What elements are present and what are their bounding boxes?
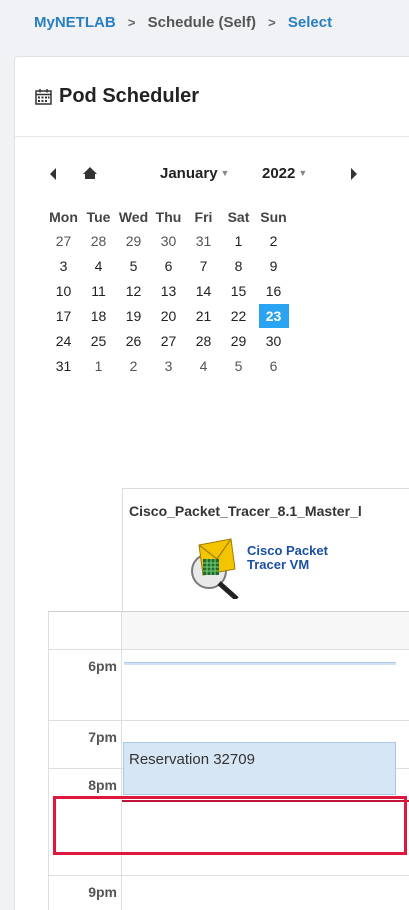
weekday-label: Wed [118,209,149,225]
calendar-day[interactable]: 11 [81,278,116,303]
calendar-week: 10 11 12 13 14 15 16 [46,278,291,303]
prev-month-icon[interactable] [48,167,58,185]
month-label: January [160,165,218,182]
resource-name: Cisco_Packet_Tracer_8.1_Master_l [129,503,362,519]
month-select[interactable]: January ▼ [160,165,229,182]
calendar-day[interactable]: 28 [186,328,221,353]
highlight-annotation-box [53,796,407,855]
selected-day-label: 23 [258,303,289,328]
calendar-day[interactable]: 10 [46,278,81,303]
time-slot[interactable] [122,612,409,649]
breadcrumb-separator-icon: > [268,15,276,30]
calendar-day[interactable]: 13 [151,278,186,303]
calendar-day[interactable]: 29 [221,328,256,353]
breadcrumb-schedule-self[interactable]: Schedule (Self) [148,14,256,31]
calendar-day[interactable]: 28 [81,228,116,253]
logo-text-line: Tracer VM [247,557,310,572]
calendar-day[interactable]: 14 [186,278,221,303]
calendar-day[interactable]: 9 [256,253,291,278]
year-label: 2022 [262,165,296,182]
breadcrumb: MyNETLAB > Schedule (Self) > Select [34,14,332,34]
time-column-header [48,488,122,611]
calendar-day[interactable]: 27 [46,228,81,253]
calendar-week: 24 25 26 27 28 29 30 [46,328,291,353]
time-slot[interactable] [122,876,409,910]
time-label: 6pm [48,650,122,720]
calendar-day[interactable]: 25 [81,328,116,353]
calendar-day-selected[interactable]: 23 [256,303,291,328]
panel-title-text: Pod Scheduler [59,85,200,107]
calendar-icon [35,89,52,105]
weekday-label: Fri [194,209,213,225]
weekday-label: Tue [86,209,111,225]
calendar-day[interactable]: 2 [116,353,151,378]
calendar-day[interactable]: 30 [151,228,186,253]
weekday-label: Mon [49,209,78,225]
time-row: 9pm [48,876,409,910]
calendar-day[interactable]: 26 [116,328,151,353]
time-slot[interactable] [122,650,409,720]
time-label: 7pm [48,721,122,768]
calendar-day[interactable]: 4 [81,253,116,278]
packet-tracer-logo-icon [191,538,239,599]
calendar-day[interactable]: 2 [256,228,291,253]
calendar-day[interactable]: 24 [46,328,81,353]
logo-text-line: Cisco Packet [247,543,328,558]
chevron-down-icon: ▼ [220,168,230,178]
breadcrumb-select[interactable]: Select [288,14,332,31]
calendar-day[interactable]: 21 [186,303,221,328]
calendar-day[interactable]: 31 [46,353,81,378]
breadcrumb-home-link[interactable]: MyNETLAB [34,14,116,31]
calendar-day[interactable]: 4 [186,353,221,378]
weekday-header: Mon Tue Wed Thu Fri Sat Sun [46,206,291,228]
calendar-day[interactable]: 30 [256,328,291,353]
calendar-day[interactable]: 12 [116,278,151,303]
calendar-day[interactable]: 17 [46,303,81,328]
chevron-down-icon: ▼ [298,168,308,178]
calendar-day[interactable]: 1 [81,353,116,378]
calendar-day[interactable]: 20 [151,303,186,328]
calendar-day[interactable]: 5 [221,353,256,378]
calendar-navigation: January ▼ 2022 ▼ [48,165,368,185]
home-icon[interactable] [82,166,98,184]
calendar-day[interactable]: 27 [151,328,186,353]
calendar-day[interactable]: 18 [81,303,116,328]
calendar-day[interactable]: 1 [221,228,256,253]
time-label: 9pm [48,876,122,910]
time-marker-line [124,662,396,665]
time-row: 6pm [48,650,409,721]
panel-header: Pod Scheduler [15,57,409,137]
calendar-day[interactable]: 3 [151,353,186,378]
time-row [48,612,409,650]
year-select[interactable]: 2022 ▼ [262,165,307,182]
calendar-day[interactable]: 3 [46,253,81,278]
calendar-day[interactable]: 22 [221,303,256,328]
reservation-block[interactable]: Reservation 32709 [123,742,396,795]
calendar-week: 3 4 5 6 7 8 9 [46,253,291,278]
calendar-day[interactable]: 31 [186,228,221,253]
calendar-day[interactable]: 16 [256,278,291,303]
calendar-week: 17 18 19 20 21 22 23 [46,303,291,328]
weekday-label: Thu [155,209,182,225]
calendar-day[interactable]: 15 [221,278,256,303]
page-title: Pod Scheduler [35,85,199,108]
calendar-day[interactable]: 7 [186,253,221,278]
calendar-day[interactable]: 6 [151,253,186,278]
calendar-day[interactable]: 6 [256,353,291,378]
calendar-day[interactable]: 8 [221,253,256,278]
time-label-blank [48,612,122,649]
calendar-day[interactable]: 19 [116,303,151,328]
breadcrumb-separator-icon: > [127,15,136,30]
calendar-day[interactable]: 5 [116,253,151,278]
calendar-week: 31 1 2 3 4 5 6 [46,353,291,378]
resource-column-header[interactable]: Cisco_Packet_Tracer_8.1_Master_l Cisco P… [122,488,409,611]
calendar-week: 27 28 29 30 31 1 2 [46,228,291,253]
calendar-grid: Mon Tue Wed Thu Fri Sat Sun 27 28 29 30 … [46,206,291,378]
calendar-day[interactable]: 29 [116,228,151,253]
resource-logo-text: Cisco Packet Tracer VM [247,544,328,572]
weekday-label: Sun [260,209,287,225]
reservation-label: Reservation 32709 [129,751,255,768]
weekday-label: Sat [227,209,250,225]
next-month-icon[interactable] [349,167,359,185]
